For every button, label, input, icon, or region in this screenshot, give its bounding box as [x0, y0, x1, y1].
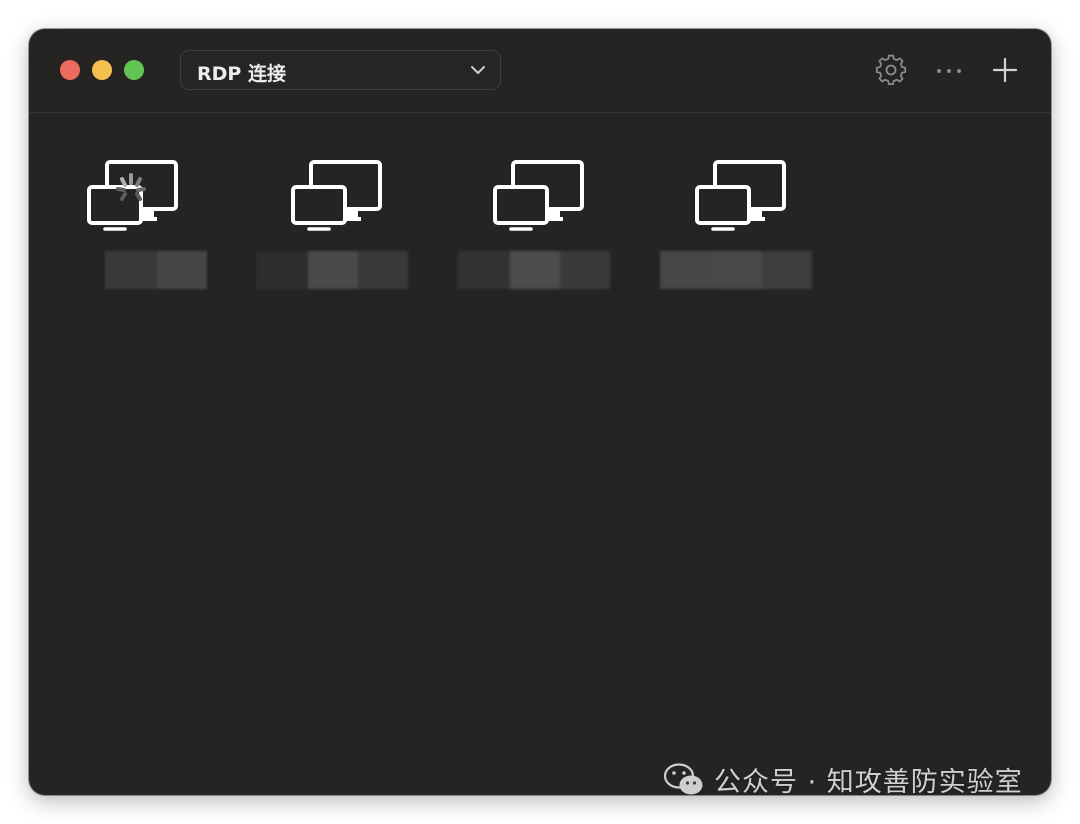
chevron-down-icon	[471, 66, 485, 74]
connection-name-redacted	[256, 251, 408, 289]
multi-monitor-icon	[493, 160, 584, 231]
zoom-window-button[interactable]	[124, 60, 144, 80]
close-window-button[interactable]	[60, 60, 80, 80]
connection-item[interactable]	[59, 159, 229, 299]
multi-monitor-icon	[291, 160, 382, 231]
multi-monitor-icon	[695, 160, 786, 231]
connection-group-label: RDP 连接	[197, 63, 286, 85]
connection-name-redacted	[105, 251, 207, 289]
watermark: 公众号 · 知攻善防实验室	[662, 760, 1023, 799]
titlebar: RDP 连接	[29, 29, 1051, 113]
connection-name-redacted	[660, 251, 812, 289]
watermark-text: 公众号 · 知攻善防实验室	[714, 767, 1023, 798]
connection-item[interactable]	[256, 159, 431, 299]
app-window: RDP 连接	[29, 29, 1051, 795]
plus-icon[interactable]	[988, 53, 1022, 87]
gear-icon[interactable]	[874, 53, 908, 87]
more-icon[interactable]	[932, 53, 966, 87]
connection-name-redacted	[458, 251, 610, 289]
connection-group-selector[interactable]: RDP 连接	[180, 50, 501, 90]
connection-item[interactable]	[660, 159, 835, 299]
multi-monitor-icon	[87, 160, 178, 231]
wechat-icon	[663, 762, 703, 794]
connection-item[interactable]	[458, 159, 633, 299]
minimize-window-button[interactable]	[92, 60, 112, 80]
